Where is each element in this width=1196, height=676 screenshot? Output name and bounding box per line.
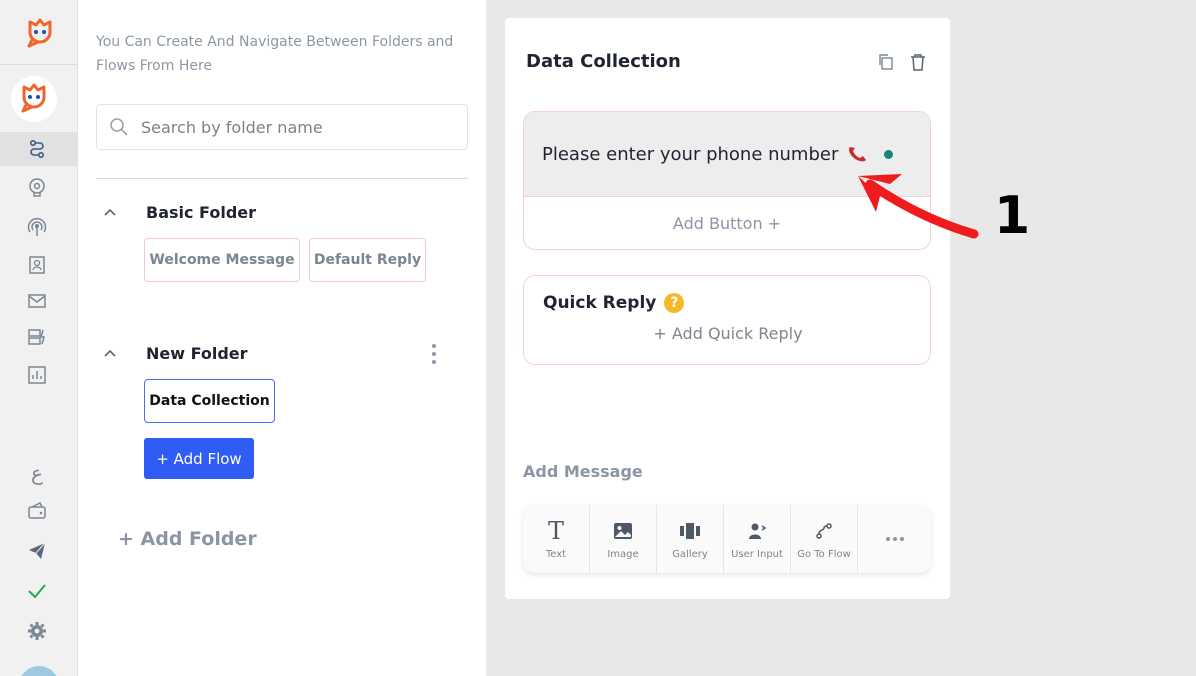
flow-title: Data Collection bbox=[526, 51, 681, 72]
search-icon bbox=[110, 118, 128, 136]
folder-menu-icon[interactable] bbox=[424, 340, 444, 368]
user-input-icon bbox=[747, 519, 767, 543]
chevron-up-icon[interactable] bbox=[100, 343, 120, 363]
flow-chip-welcome-message[interactable]: Welcome Message bbox=[144, 238, 300, 282]
add-quick-reply-button[interactable]: + Add Quick Reply bbox=[524, 324, 932, 343]
telephone-receiver-icon bbox=[846, 144, 868, 164]
add-go-to-flow-button[interactable]: Go To Flow bbox=[791, 505, 858, 573]
tool-label: Image bbox=[607, 548, 639, 560]
more-icon bbox=[885, 527, 904, 551]
chevron-up-icon[interactable] bbox=[100, 202, 120, 222]
message-text: Please enter your phone number bbox=[542, 143, 839, 165]
annotation-arrow-icon bbox=[858, 174, 979, 239]
flows-icon[interactable] bbox=[26, 138, 48, 160]
folders-panel: You Can Create And Navigate Between Fold… bbox=[78, 0, 486, 676]
flow-chip-default-reply[interactable]: Default Reply bbox=[309, 238, 426, 282]
folder-header-basic[interactable]: Basic Folder bbox=[100, 202, 256, 222]
text-icon: T bbox=[547, 516, 564, 545]
telegram-icon[interactable] bbox=[26, 540, 48, 562]
broadcast-icon[interactable] bbox=[26, 216, 48, 238]
mail-icon[interactable] bbox=[26, 290, 48, 312]
folder-search[interactable] bbox=[96, 104, 468, 150]
panel-divider bbox=[96, 178, 468, 179]
add-gallery-button[interactable]: Gallery bbox=[657, 505, 724, 573]
go-to-flow-icon bbox=[814, 519, 834, 543]
add-message-label: Add Message bbox=[523, 462, 643, 481]
add-text-button[interactable]: T Text bbox=[523, 505, 590, 573]
wallet-icon[interactable] bbox=[26, 500, 48, 522]
sidebar-divider bbox=[0, 64, 78, 65]
language-icon[interactable]: ع bbox=[26, 461, 48, 485]
more-options-button[interactable] bbox=[858, 505, 931, 573]
folder-header-new[interactable]: New Folder bbox=[100, 343, 248, 363]
status-dot bbox=[884, 149, 894, 159]
bot-brain-icon[interactable] bbox=[26, 176, 48, 198]
automation-icon[interactable] bbox=[26, 326, 48, 348]
trash-icon[interactable] bbox=[909, 53, 927, 71]
tool-label: Go To Flow bbox=[797, 548, 851, 560]
gallery-icon bbox=[679, 519, 701, 543]
annotation-step-number: 1 bbox=[994, 186, 1031, 246]
help-icon[interactable]: ? bbox=[664, 293, 685, 313]
tool-label: Gallery bbox=[672, 548, 708, 560]
tool-label: User Input bbox=[731, 548, 783, 560]
copy-icon[interactable] bbox=[877, 53, 895, 71]
panel-hint: You Can Create And Navigate Between Fold… bbox=[96, 34, 454, 74]
tool-label: Text bbox=[545, 548, 567, 560]
folder-name: Basic Folder bbox=[146, 202, 257, 222]
folder-name: New Folder bbox=[146, 343, 248, 363]
message-type-toolbar: T Text Image Gallery User Input Go To Fl… bbox=[523, 505, 931, 573]
add-flow-button[interactable]: + Add Flow bbox=[144, 438, 254, 479]
add-image-button[interactable]: Image bbox=[590, 505, 657, 573]
quick-reply-block: Quick Reply ? + Add Quick Reply bbox=[523, 275, 931, 365]
quick-reply-title: Quick Reply bbox=[543, 293, 657, 313]
settings-icon[interactable] bbox=[26, 620, 48, 642]
check-icon[interactable] bbox=[26, 580, 48, 602]
search-input[interactable] bbox=[141, 117, 441, 137]
flow-editor-card: Data Collection Please enter your phone … bbox=[505, 18, 950, 599]
image-icon bbox=[613, 519, 633, 543]
app-sidebar: ع bbox=[0, 0, 78, 676]
add-user-input-button[interactable]: User Input bbox=[724, 505, 791, 573]
analytics-icon[interactable] bbox=[26, 364, 48, 386]
bot-avatar-icon[interactable] bbox=[11, 76, 57, 122]
user-avatar[interactable] bbox=[19, 666, 59, 676]
flow-chip-data-collection[interactable]: Data Collection bbox=[144, 379, 275, 423]
bot-logo-icon[interactable] bbox=[22, 16, 58, 52]
add-folder-button[interactable]: + Add Folder bbox=[118, 528, 257, 550]
contacts-icon[interactable] bbox=[26, 254, 48, 276]
